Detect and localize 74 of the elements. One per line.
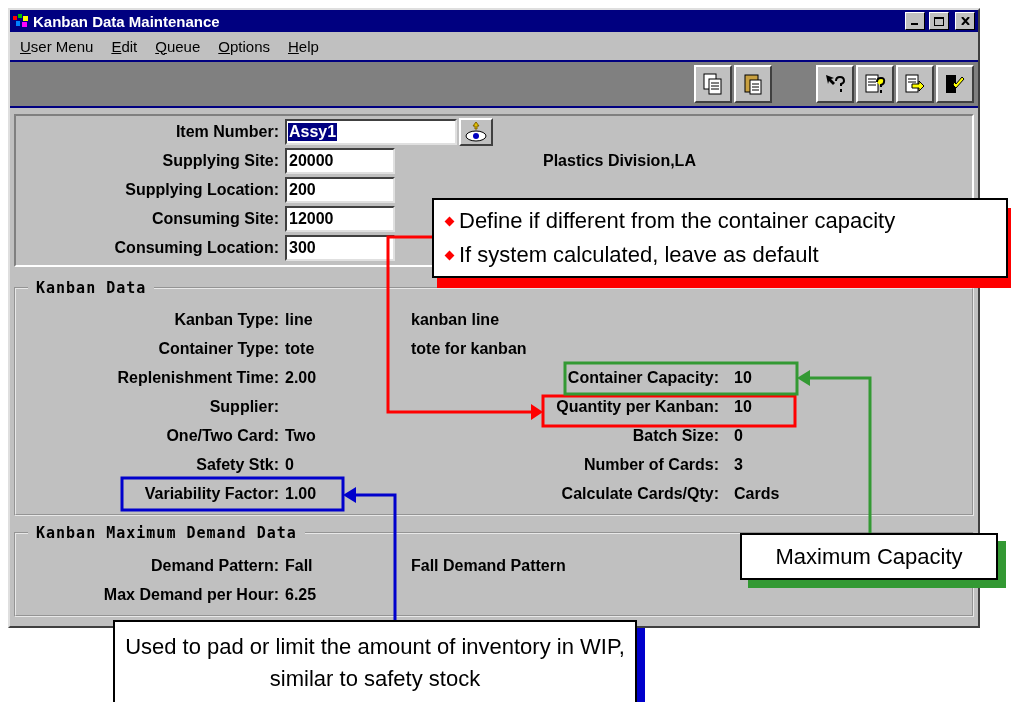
paste-button[interactable] bbox=[734, 65, 772, 103]
field-description: kanban line bbox=[411, 310, 500, 329]
field-label: Number of Cards: bbox=[583, 455, 720, 474]
field-label: Quantity per Kanban: bbox=[556, 397, 720, 416]
close-button[interactable] bbox=[955, 12, 975, 30]
help-button[interactable] bbox=[816, 65, 854, 103]
field-label: Item Number: bbox=[175, 122, 280, 141]
field-label: Demand Pattern: bbox=[150, 556, 280, 575]
close-icon bbox=[960, 17, 970, 25]
field-value: 10 bbox=[734, 368, 752, 387]
export-button[interactable] bbox=[896, 65, 934, 103]
field-label: Supplying Location: bbox=[125, 180, 280, 199]
exit-button[interactable] bbox=[936, 65, 974, 103]
callout-text: Define if different from the container capacity bbox=[459, 208, 896, 234]
field-label: Container Capacity: bbox=[567, 368, 720, 387]
input-field[interactable]: Assy1 bbox=[285, 118, 457, 145]
field-value: 6.25 bbox=[285, 585, 317, 604]
menu-item[interactable]: Queue bbox=[155, 37, 201, 55]
help-button[interactable] bbox=[856, 65, 894, 103]
field-value: Fall bbox=[285, 556, 313, 575]
field-label: Consuming Location: bbox=[114, 238, 280, 257]
field-label: Kanban Type: bbox=[174, 310, 280, 329]
input-field[interactable]: 300 bbox=[285, 234, 395, 261]
maximize-button[interactable] bbox=[929, 12, 949, 30]
minimize-button[interactable] bbox=[905, 12, 925, 30]
field-value: 1.00 bbox=[285, 484, 317, 503]
field-description: Fall Demand Pattern bbox=[411, 556, 566, 575]
group-title: Kanban Data bbox=[35, 280, 148, 296]
field-value: Two bbox=[285, 426, 316, 445]
field-label: Safety Stk: bbox=[196, 455, 280, 474]
field-label: Calculate Cards/Qty: bbox=[561, 484, 720, 503]
field-value: 0 bbox=[734, 426, 743, 445]
field-label: Replenishment Time: bbox=[117, 368, 280, 387]
app-icon bbox=[13, 14, 29, 28]
bullet-icon bbox=[444, 250, 455, 260]
lookup-button[interactable] bbox=[459, 117, 493, 146]
field-value: line bbox=[285, 310, 313, 329]
field-value: 3 bbox=[734, 455, 743, 474]
field-label: One/Two Card: bbox=[166, 426, 280, 445]
field-description: tote for kanban bbox=[411, 339, 527, 358]
callout-text: Used to pad or limit the amount of inventory in WIP, similar to safety stock bbox=[124, 633, 626, 693]
callout-text: If system calculated, leave as default bbox=[459, 242, 819, 268]
field-value: Cards bbox=[734, 484, 780, 503]
menu-item[interactable]: Help bbox=[288, 37, 319, 55]
field-value: 2.00 bbox=[285, 368, 317, 387]
document-help-icon bbox=[863, 72, 887, 96]
exit-icon bbox=[943, 72, 967, 96]
field-value: 10 bbox=[734, 397, 752, 416]
eye-icon bbox=[464, 120, 488, 143]
maximize-icon bbox=[934, 16, 944, 26]
callout-text: Maximum Capacity bbox=[774, 542, 964, 571]
input-field[interactable]: 20000 bbox=[285, 147, 395, 174]
field-label: Supplying Site: bbox=[162, 151, 280, 170]
documents-icon bbox=[702, 72, 724, 96]
field-label: Batch Size: bbox=[632, 426, 720, 445]
field-label: Max Demand per Hour: bbox=[103, 585, 280, 604]
menu-item[interactable]: Options bbox=[218, 37, 270, 55]
menu-item[interactable]: User Menu bbox=[20, 37, 94, 55]
field-description: Plastics Division,LA bbox=[543, 151, 696, 170]
bullet-icon bbox=[444, 216, 455, 226]
input-field[interactable]: 12000 bbox=[285, 205, 395, 232]
menu-item[interactable]: Edit bbox=[111, 37, 138, 55]
clipboard-icon bbox=[742, 72, 764, 96]
document-arrow-icon bbox=[903, 72, 927, 96]
field-value: 0 bbox=[285, 455, 294, 474]
field-label: Container Type: bbox=[158, 339, 280, 358]
field-label: Supplier: bbox=[209, 397, 280, 416]
field-label: Variability Factor: bbox=[144, 484, 280, 503]
field-value: tote bbox=[285, 339, 315, 358]
group-title: Kanban Maximum Demand Data bbox=[35, 525, 298, 541]
copy-button[interactable] bbox=[694, 65, 732, 103]
field-label: Consuming Site: bbox=[151, 209, 280, 228]
window-title: Kanban Data Maintenance bbox=[33, 12, 221, 30]
input-field[interactable]: 200 bbox=[285, 176, 395, 203]
